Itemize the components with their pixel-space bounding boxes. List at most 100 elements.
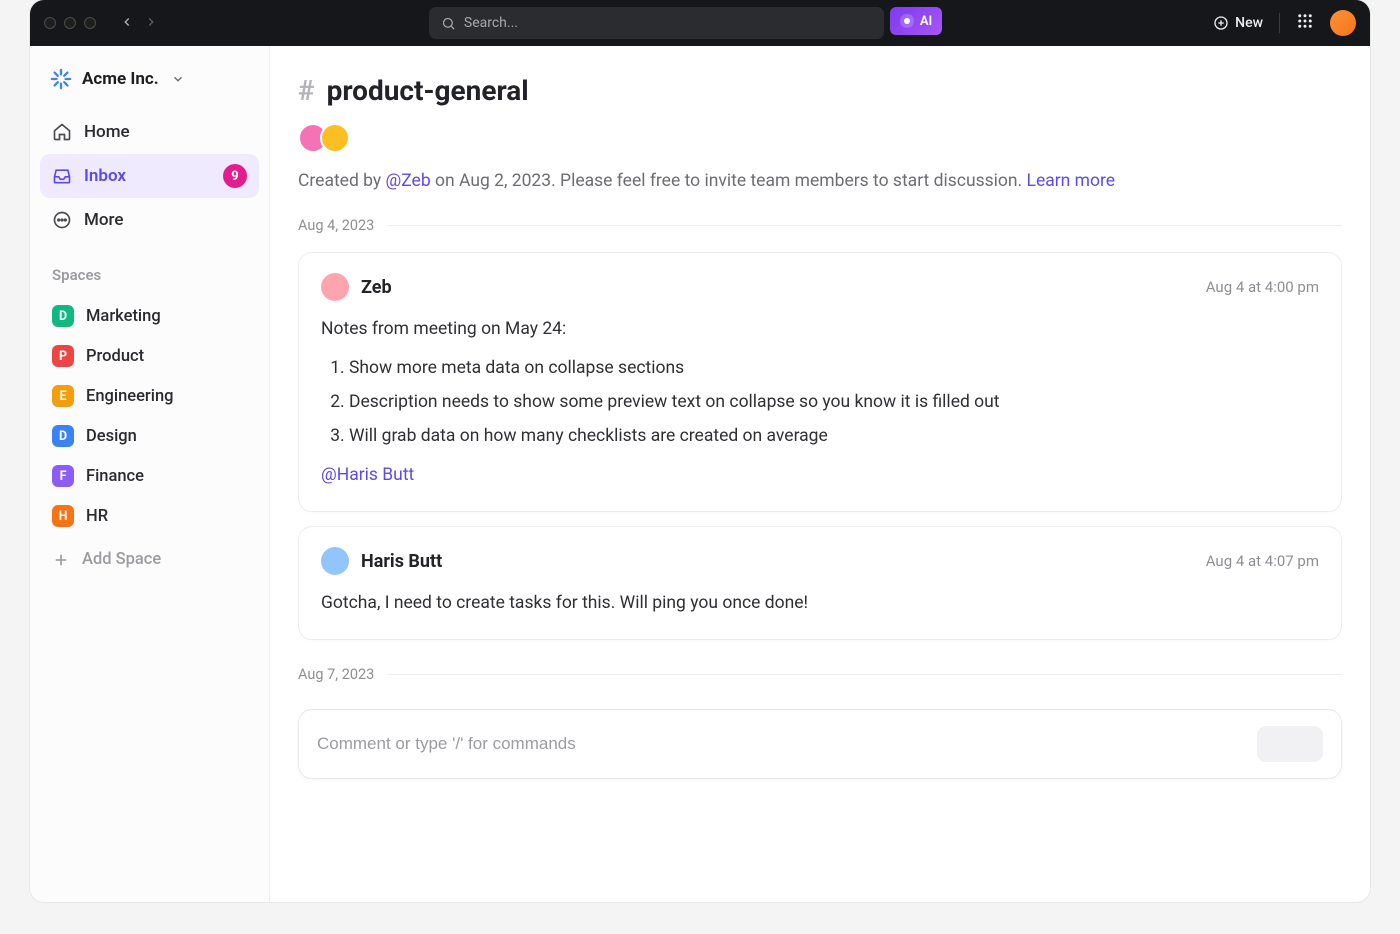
nav-label: More bbox=[84, 210, 123, 230]
hash-icon: # bbox=[298, 74, 315, 107]
author-avatar[interactable] bbox=[321, 547, 349, 575]
channel-name: product-general bbox=[327, 74, 529, 107]
home-icon bbox=[52, 122, 72, 142]
grid-icon bbox=[1296, 12, 1314, 30]
list-item: Description needs to show some preview t… bbox=[349, 385, 1319, 419]
ai-icon bbox=[900, 14, 914, 28]
titlebar-right: New bbox=[1213, 10, 1356, 36]
date-separator: Aug 4, 2023 bbox=[298, 217, 1342, 234]
space-item[interactable]: H HR bbox=[40, 496, 259, 536]
app-window: Search... AI New Acme Inc. bbox=[30, 0, 1370, 902]
space-icon: F bbox=[52, 465, 74, 487]
ai-label: AI bbox=[920, 14, 932, 29]
workspace-switcher[interactable]: Acme Inc. bbox=[40, 60, 259, 98]
workspace-logo-icon bbox=[50, 68, 72, 90]
message-lead: Notes from meeting on May 24: bbox=[321, 315, 1319, 343]
more-icon bbox=[52, 210, 72, 230]
add-space-label: Add Space bbox=[82, 550, 161, 569]
workspace-name: Acme Inc. bbox=[82, 69, 159, 89]
nav-label: Inbox bbox=[84, 166, 126, 186]
channel-members[interactable] bbox=[298, 123, 1342, 153]
space-icon: D bbox=[52, 305, 74, 327]
body: Acme Inc. Home Inbox 9 More Spaces bbox=[30, 46, 1370, 902]
date-label: Aug 4, 2023 bbox=[298, 217, 374, 234]
plus-icon bbox=[52, 551, 70, 569]
search-placeholder: Search... bbox=[464, 15, 518, 31]
forward-button[interactable] bbox=[144, 14, 158, 33]
message-header: Zeb Aug 4 at 4:00 pm bbox=[321, 273, 1319, 301]
space-item[interactable]: D Design bbox=[40, 416, 259, 456]
primary-nav: Home Inbox 9 More bbox=[40, 112, 259, 240]
window-controls bbox=[44, 17, 96, 29]
space-name: HR bbox=[86, 507, 108, 526]
plus-circle-icon bbox=[1213, 15, 1229, 31]
separator-line bbox=[388, 674, 1342, 675]
channel-created-line: Created by @Zeb on Aug 2, 2023. Please f… bbox=[298, 171, 1342, 191]
space-item[interactable]: P Product bbox=[40, 336, 259, 376]
history-nav bbox=[120, 14, 158, 33]
space-icon: D bbox=[52, 425, 74, 447]
message-card: Haris Butt Aug 4 at 4:07 pm Gotcha, I ne… bbox=[298, 526, 1342, 640]
back-button[interactable] bbox=[120, 14, 134, 33]
message-timestamp: Aug 4 at 4:00 pm bbox=[1206, 278, 1319, 296]
traffic-dot[interactable] bbox=[44, 17, 56, 29]
date-label: Aug 7, 2023 bbox=[298, 666, 374, 683]
divider bbox=[1279, 13, 1280, 33]
mention[interactable]: @Haris Butt bbox=[321, 461, 1319, 489]
space-icon: H bbox=[52, 505, 74, 527]
created-prefix: Created by bbox=[298, 171, 386, 191]
space-name: Marketing bbox=[86, 307, 161, 326]
space-item[interactable]: E Engineering bbox=[40, 376, 259, 416]
space-name: Product bbox=[86, 347, 144, 366]
space-item[interactable]: D Marketing bbox=[40, 296, 259, 336]
comment-input[interactable] bbox=[317, 734, 1257, 754]
learn-more-link[interactable]: Learn more bbox=[1027, 171, 1116, 191]
separator-line bbox=[388, 225, 1342, 226]
message-timestamp: Aug 4 at 4:07 pm bbox=[1206, 552, 1319, 570]
ai-button[interactable]: AI bbox=[890, 7, 942, 35]
new-label: New bbox=[1235, 15, 1263, 31]
message-text: Gotcha, I need to create tasks for this.… bbox=[321, 589, 1319, 617]
nav-home[interactable]: Home bbox=[40, 112, 259, 152]
spaces-heading: Spaces bbox=[52, 266, 247, 284]
message-card: Zeb Aug 4 at 4:00 pm Notes from meeting … bbox=[298, 252, 1342, 512]
space-name: Design bbox=[86, 427, 137, 446]
chevron-down-icon bbox=[171, 72, 185, 86]
spaces-list: D Marketing P Product E Engineering D Design F Fi… bbox=[40, 296, 259, 536]
author-name[interactable]: Zeb bbox=[361, 277, 392, 298]
author-name[interactable]: Haris Butt bbox=[361, 551, 442, 572]
nav-more[interactable]: More bbox=[40, 200, 259, 240]
space-name: Engineering bbox=[86, 387, 174, 406]
send-button[interactable] bbox=[1257, 726, 1323, 762]
nav-label: Home bbox=[84, 122, 130, 142]
traffic-dot[interactable] bbox=[84, 17, 96, 29]
inbox-badge: 9 bbox=[223, 164, 247, 188]
user-avatar[interactable] bbox=[1330, 10, 1356, 36]
new-button[interactable]: New bbox=[1213, 15, 1263, 31]
message-header: Haris Butt Aug 4 at 4:07 pm bbox=[321, 547, 1319, 575]
space-icon: E bbox=[52, 385, 74, 407]
list-item: Will grab data on how many checklists ar… bbox=[349, 419, 1319, 453]
space-icon: P bbox=[52, 345, 74, 367]
message-list: Show more meta data on collapse sections… bbox=[349, 351, 1319, 453]
apps-button[interactable] bbox=[1296, 12, 1314, 34]
titlebar: Search... AI New bbox=[30, 0, 1370, 46]
traffic-dot[interactable] bbox=[64, 17, 76, 29]
date-separator: Aug 7, 2023 bbox=[298, 666, 1342, 683]
message-body: Notes from meeting on May 24: Show more … bbox=[321, 315, 1319, 489]
created-by-mention[interactable]: @Zeb bbox=[386, 171, 431, 191]
space-item[interactable]: F Finance bbox=[40, 456, 259, 496]
channel-title: # product-general bbox=[298, 74, 1342, 107]
search-icon bbox=[441, 16, 456, 31]
created-mid: on Aug 2, 2023. Please feel free to invi… bbox=[431, 171, 1027, 191]
message-body: Gotcha, I need to create tasks for this.… bbox=[321, 589, 1319, 617]
space-name: Finance bbox=[86, 467, 144, 486]
add-space-button[interactable]: Add Space bbox=[40, 540, 259, 579]
author-avatar[interactable] bbox=[321, 273, 349, 301]
comment-composer[interactable] bbox=[298, 709, 1342, 779]
nav-inbox[interactable]: Inbox 9 bbox=[40, 154, 259, 198]
search-input[interactable]: Search... bbox=[429, 7, 884, 39]
list-item: Show more meta data on collapse sections bbox=[349, 351, 1319, 385]
main-content: # product-general Created by @Zeb on Aug… bbox=[270, 46, 1370, 902]
member-avatar[interactable] bbox=[320, 123, 350, 153]
